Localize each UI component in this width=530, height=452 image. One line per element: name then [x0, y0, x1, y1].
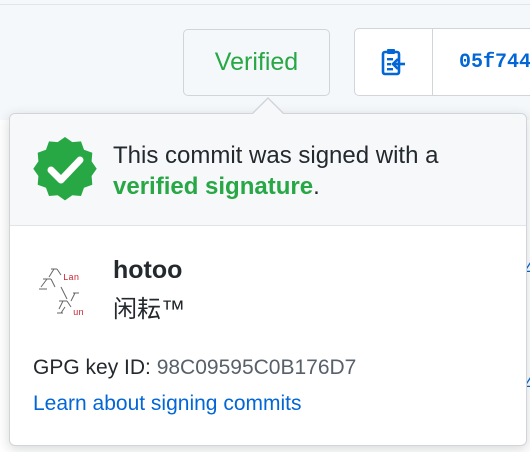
user-login[interactable]: hotoo: [113, 256, 182, 285]
verified-badge[interactable]: Verified: [183, 29, 330, 96]
popover-header: This commit was signed with a verified s…: [10, 114, 526, 226]
svg-text:Lan: Lan: [63, 273, 79, 283]
learn-signing-link[interactable]: Learn about signing commits: [33, 392, 301, 416]
verified-badge-label: Verified: [214, 48, 299, 76]
gpg-key-line: GPG key ID: 98C09595C0B176D7: [33, 356, 356, 380]
copy-sha-button[interactable]: [355, 29, 433, 95]
signature-heading: This commit was signed with a verified s…: [113, 140, 513, 202]
gpg-key-id: 98C09595C0B176D7: [156, 356, 357, 379]
user-avatar[interactable]: Lan un: [37, 263, 95, 321]
header-divider: [0, 4, 530, 5]
gpg-key-label: GPG key ID:: [33, 356, 157, 379]
svg-text:un: un: [73, 308, 84, 318]
verified-check-icon: [33, 137, 97, 201]
user-display-name: 闲耘™: [113, 296, 185, 323]
heading-suffix: .: [313, 173, 320, 200]
verified-signature-text: verified signature: [113, 173, 314, 200]
commit-sha-link[interactable]: 05f744: [433, 29, 530, 95]
signature-popover: This commit was signed with a verified s…: [9, 113, 527, 446]
commit-sha-button-group: 05f744: [354, 28, 530, 96]
clipboard-copy-icon: [381, 49, 405, 76]
heading-prefix: This commit was signed with a: [113, 142, 439, 169]
popover-caret-fill: [253, 99, 283, 114]
